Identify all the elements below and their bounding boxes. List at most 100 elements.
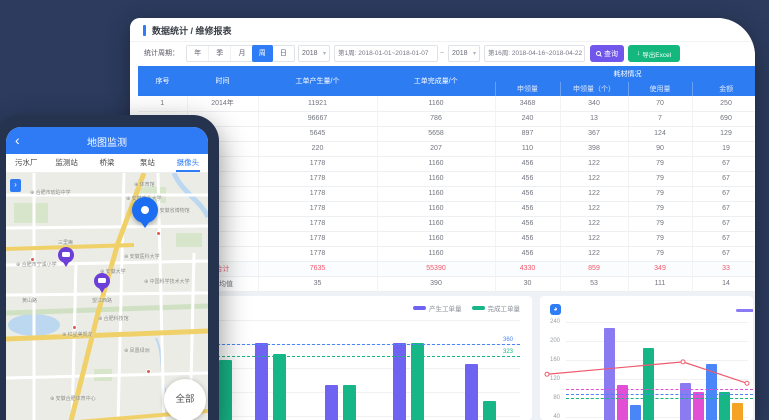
table-row: 12014年119211160346834070250 — [138, 96, 755, 111]
table-cell: 859 — [560, 261, 628, 276]
table-cell: 67 — [692, 171, 755, 186]
table-cell: 122 — [560, 216, 628, 231]
tab-污水厂[interactable]: 污水厂 — [6, 154, 46, 172]
consumable-bar — [693, 392, 704, 420]
y-axis-tick: 40 — [544, 414, 560, 420]
table-cell: 690 — [692, 111, 755, 126]
col-header-time: 时间 — [187, 66, 258, 96]
period-option-月[interactable]: 月 — [230, 46, 252, 61]
reference-label: 360 — [503, 337, 513, 343]
table-cell: 1778 — [258, 171, 377, 186]
reference-line — [566, 389, 753, 390]
map-label: 望江西路 — [92, 297, 112, 304]
table-row: 296667786240137690 — [138, 111, 755, 126]
tab-监测站[interactable]: 监测站 — [46, 154, 86, 172]
gridline — [566, 341, 748, 342]
table-average-row: 平均值35390305311114 — [138, 276, 755, 291]
completed-bar — [483, 401, 496, 420]
col-subheader: 使用量 — [628, 82, 692, 96]
created-bar — [465, 364, 478, 420]
table-cell: 1778 — [258, 216, 377, 231]
map-label: ⊕ 中国科学技术大学 — [144, 278, 190, 285]
y-axis-tick: 120 — [544, 376, 560, 382]
table-cell: 35 — [258, 276, 377, 291]
map-view[interactable]: ⊕ 合肥市琥珀中学⊕ 体育馆⊕ 安徽农业大学⊕ 安徽省博物馆三里庵⊕ 安徽医科大… — [6, 173, 208, 420]
map-expand-button[interactable]: › — [10, 179, 21, 192]
breadcrumb-row: 数据统计 / 维修报表 — [130, 18, 755, 42]
completed-bar — [411, 343, 424, 420]
pie-chart-icon: ◕ — [550, 304, 561, 315]
table-cell: 11921 — [258, 96, 377, 111]
legend-swatch-purple — [736, 309, 753, 312]
tab-摄像头[interactable]: 摄像头 — [168, 154, 208, 172]
map-marker-dot[interactable] — [72, 325, 77, 330]
completed-bar — [219, 360, 232, 420]
start-year-select[interactable]: 2018 ▾ — [298, 45, 330, 62]
table-cell: 79 — [628, 171, 692, 186]
completed-bar — [273, 354, 286, 420]
col-subheader: 申领量（个） — [560, 82, 628, 96]
col-header-no: 序号 — [138, 66, 187, 96]
camera-pin[interactable] — [94, 273, 110, 289]
table-cell: 1160 — [377, 186, 495, 201]
show-all-button[interactable]: 全部 — [164, 379, 206, 420]
table-row: 9177811604561227967 — [138, 216, 755, 231]
table-cell: 67 — [692, 216, 755, 231]
table-cell: 456 — [495, 231, 560, 246]
map-marker-dot[interactable] — [146, 369, 151, 374]
table-row: 5177811604561227967 — [138, 156, 755, 171]
reference-label: 323 — [503, 349, 513, 355]
created-bar — [255, 343, 268, 420]
calendar-caret-icon: ▾ — [473, 50, 476, 57]
table-cell: 129 — [692, 126, 755, 141]
created-bar — [393, 343, 406, 420]
table-cell: 96667 — [258, 111, 377, 126]
phone-screen: ‹ 地图监测 污水厂监测站桥梁泵站摄像头 — [6, 127, 208, 420]
table-cell: 1778 — [258, 231, 377, 246]
table-cell: 390 — [377, 276, 495, 291]
period-option-周[interactable]: 周 — [252, 45, 273, 62]
table-cell: 1160 — [377, 96, 495, 111]
period-option-日[interactable]: 日 — [272, 46, 294, 61]
download-icon: ↓ — [637, 50, 641, 57]
legend-item: 完成工单量 — [472, 303, 521, 313]
table-section: 数据统计 / 维修报表 统计周期： 年季月周日 2018 ▾ 第1周: 2018… — [130, 18, 755, 292]
table-cell: 897 — [495, 126, 560, 141]
start-week-input[interactable]: 第1周: 2018-01-01~2018-01-07 — [334, 45, 438, 62]
table-cell: 207 — [377, 141, 495, 156]
map-label: ⊕ 合肥市宁溪小学 — [16, 261, 57, 268]
period-option-年[interactable]: 年 — [187, 46, 208, 61]
end-year-value: 2018 — [452, 50, 468, 57]
dashboard-card: 数据统计 / 维修报表 统计周期： 年季月周日 2018 ▾ 第1周: 2018… — [130, 18, 755, 420]
selected-camera-pin[interactable] — [132, 197, 158, 223]
report-table: 序号 时间 工单产生量/个 工单完成量/个 耗材情况 申领量申领量（个）使用量金… — [138, 66, 755, 292]
tab-桥梁[interactable]: 桥梁 — [87, 154, 127, 172]
map-marker-dot[interactable] — [156, 231, 161, 236]
map-label: ⊕ 合肥科技馆 — [98, 315, 129, 322]
created-bar — [325, 385, 338, 420]
start-year-value: 2018 — [302, 50, 318, 57]
search-button[interactable]: 查询 — [590, 45, 624, 62]
end-week-input[interactable]: 第16周: 2018-04-16~2018-04-22 — [484, 45, 585, 62]
map-marker-dot[interactable] — [30, 257, 35, 262]
gridline — [566, 379, 748, 380]
tab-泵站[interactable]: 泵站 — [127, 154, 167, 172]
end-year-select[interactable]: 2018 ▾ — [448, 45, 480, 62]
camera-pin[interactable] — [58, 247, 74, 263]
legend-swatch — [413, 306, 426, 310]
export-excel-button[interactable]: ↓ 导出Excel — [628, 45, 680, 62]
legend-label: 产生工单量 — [429, 303, 462, 313]
table-cell: 79 — [628, 186, 692, 201]
gridline — [566, 360, 748, 361]
table-cell: 14 — [692, 276, 755, 291]
phone-page-title: 地图监测 — [6, 134, 208, 149]
period-option-季[interactable]: 季 — [208, 46, 230, 61]
period-segmented-control[interactable]: 年季月周日 — [186, 45, 295, 62]
table-cell: 1778 — [258, 201, 377, 216]
consumable-bar — [719, 392, 730, 420]
table-cell: 7635 — [258, 261, 377, 276]
table-cell: 1160 — [377, 246, 495, 261]
table-cell: 340 — [560, 96, 628, 111]
table-cell: 4330 — [495, 261, 560, 276]
col-header-completed: 工单完成量/个 — [377, 66, 495, 96]
